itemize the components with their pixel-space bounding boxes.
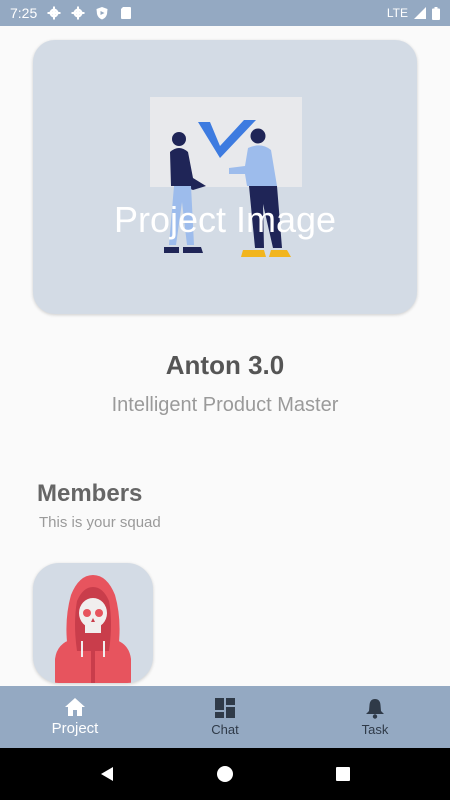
nav-label-project: Project — [51, 720, 99, 737]
nav-label-chat: Chat — [211, 722, 239, 737]
main-content: Project Image Anton 3.0 Intelligent Prod… — [0, 26, 450, 686]
hooded-skull-avatar — [55, 575, 131, 683]
team-illustration — [150, 97, 302, 257]
status-bar: 7:25 LTE — [0, 0, 450, 26]
settings-icon — [71, 6, 85, 20]
home-circle-icon[interactable] — [216, 765, 234, 783]
signal-icon — [414, 7, 426, 19]
home-icon — [65, 698, 85, 716]
project-name: Anton 3.0 — [165, 350, 285, 380]
nav-item-task[interactable]: Task — [300, 686, 450, 748]
recents-icon[interactable] — [334, 765, 352, 783]
members-title: Members — [37, 480, 143, 507]
network-label: LTE — [386, 6, 408, 20]
bottom-navigation: Project Chat Task — [0, 686, 450, 748]
status-time: 7:25 — [10, 5, 38, 21]
nav-item-project[interactable]: Project — [0, 686, 150, 748]
bell-icon — [366, 699, 384, 719]
project-image-label: Project Image — [113, 199, 337, 240]
system-navigation-bar — [0, 748, 450, 800]
back-icon[interactable] — [98, 765, 116, 783]
members-subtitle: This is your squad — [39, 514, 161, 531]
settings-icon — [47, 6, 61, 20]
nav-item-chat[interactable]: Chat — [150, 686, 300, 748]
project-image-card[interactable]: Project Image — [33, 40, 417, 314]
dashboard-icon — [215, 698, 235, 718]
member-avatar-card[interactable] — [33, 563, 153, 683]
project-tagline: Intelligent Product Master — [111, 394, 339, 416]
shield-icon — [96, 7, 108, 20]
sd-card-icon — [121, 7, 132, 19]
battery-icon — [432, 6, 440, 20]
status-right: LTE — [387, 6, 440, 20]
nav-label-task: Task — [361, 722, 389, 737]
